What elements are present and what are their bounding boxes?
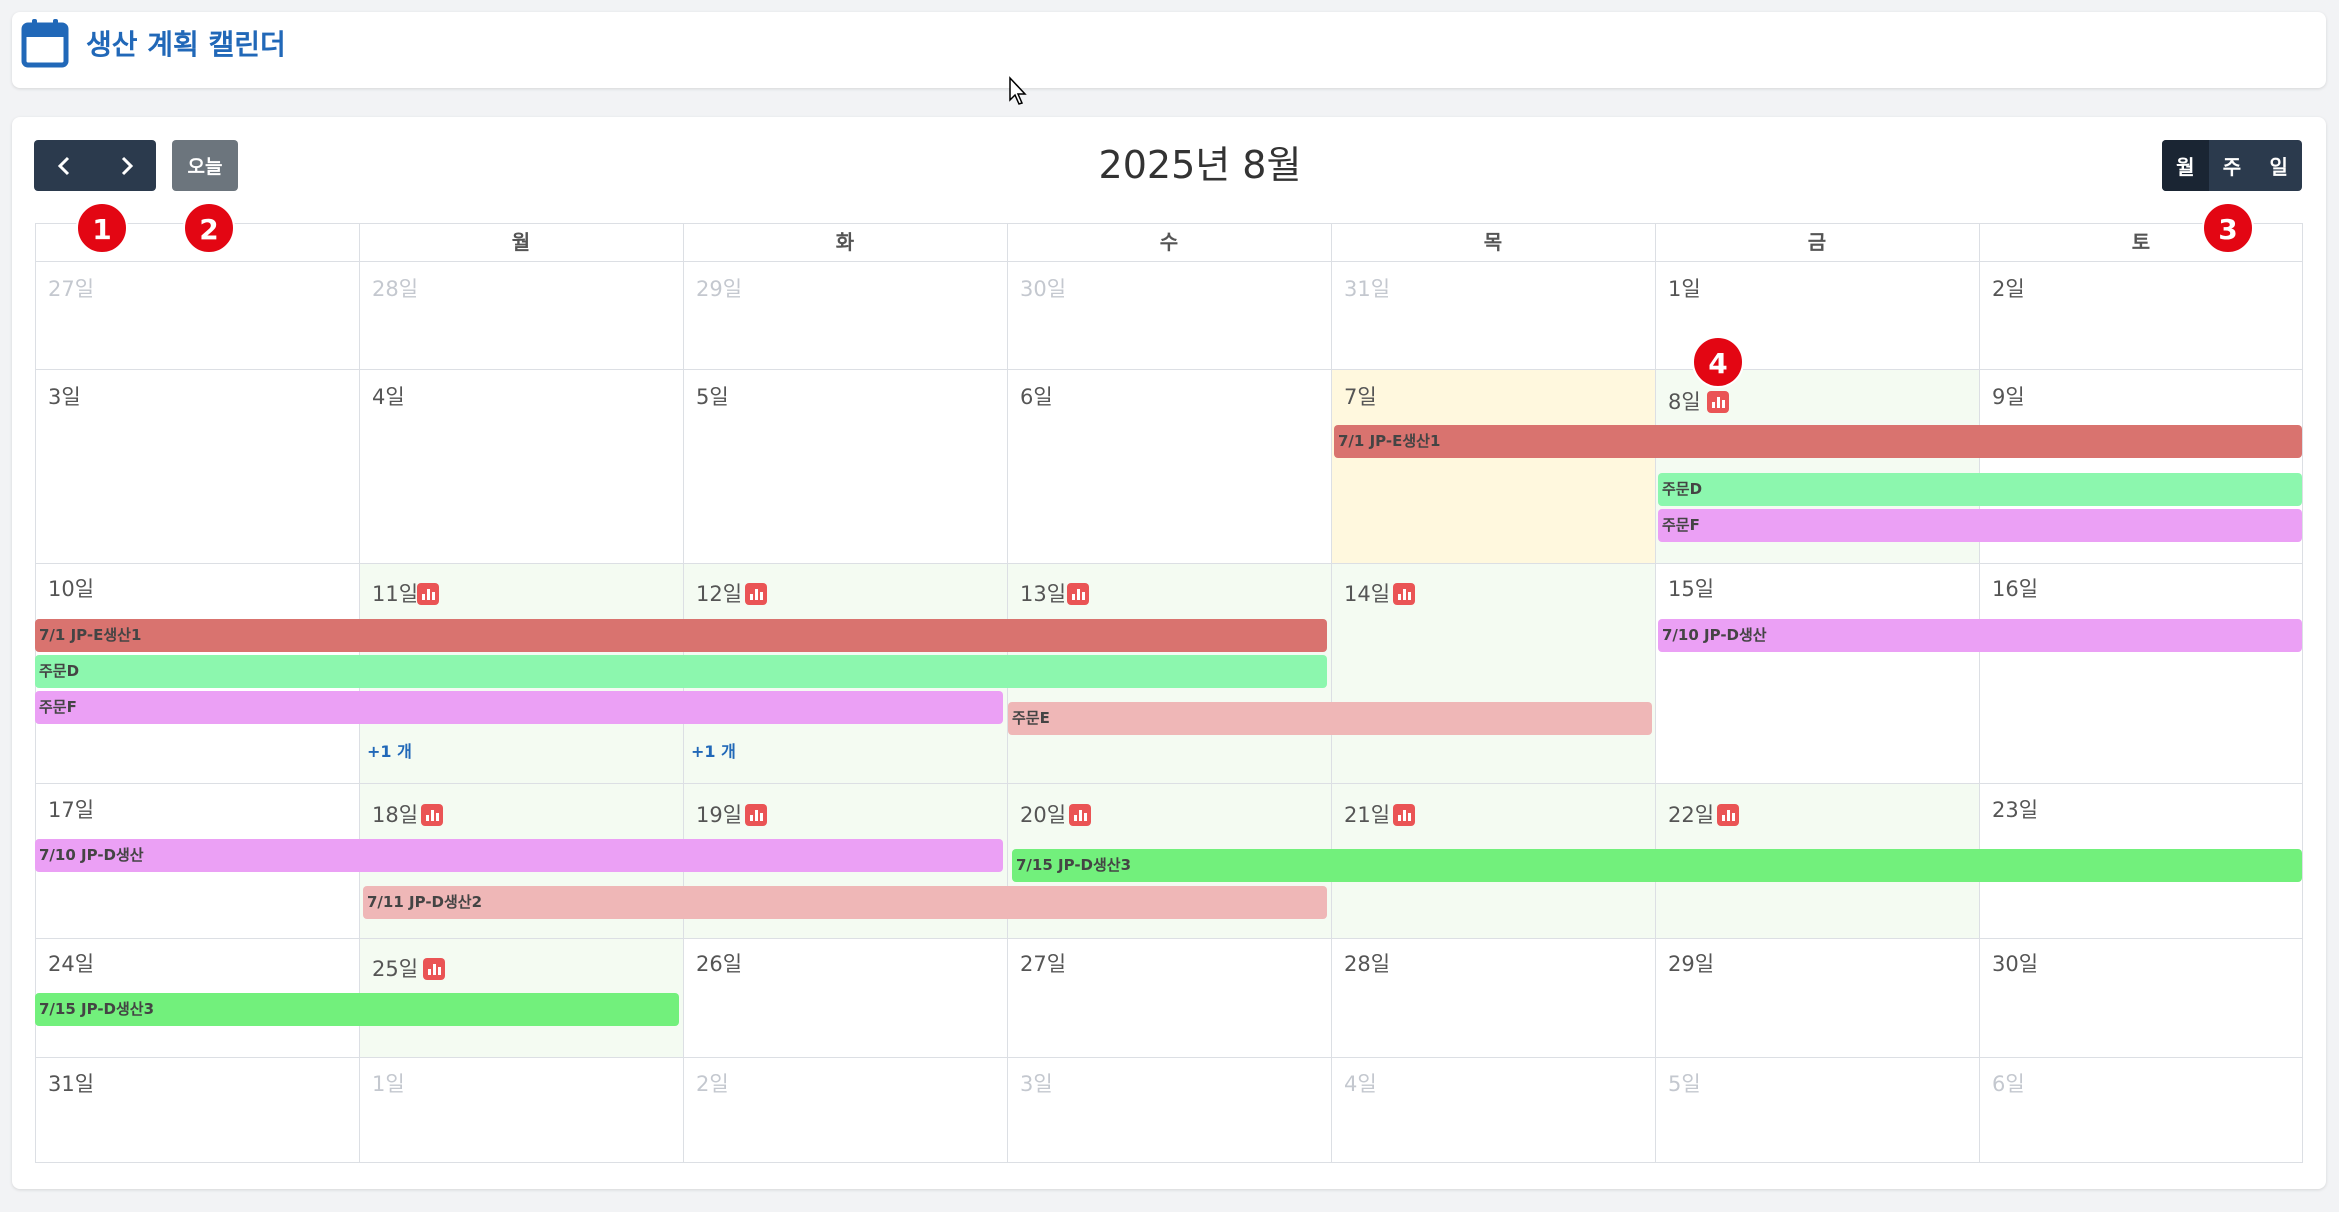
day-number[interactable]: 15일 [1668, 575, 1714, 603]
annotation-marker: 4 [1692, 336, 1744, 388]
day-number[interactable]: 11일 [372, 580, 418, 608]
day-number[interactable]: 30일 [1020, 275, 1066, 303]
today-button[interactable]: 오늘 [172, 140, 238, 191]
day-number[interactable]: 21일 [1344, 801, 1390, 829]
production-chart-icon[interactable] [423, 958, 445, 980]
weekday-header: 수 [1159, 230, 1179, 254]
day-number[interactable]: 2일 [1992, 275, 2025, 303]
day-number[interactable]: 29일 [1668, 950, 1714, 978]
day-number[interactable]: 4일 [1344, 1070, 1377, 1098]
view-day-button[interactable]: 일 [2255, 140, 2302, 191]
day-number[interactable]: 23일 [1992, 796, 2038, 824]
production-chart-icon[interactable] [417, 583, 439, 605]
event-bar[interactable]: 7/1 JP-E생산1 [35, 619, 1327, 652]
next-month-button[interactable] [95, 140, 156, 191]
weekday-header: 토 [2131, 230, 2151, 254]
header-card [12, 12, 2326, 88]
production-chart-icon[interactable] [1717, 804, 1739, 826]
day-number[interactable]: 16일 [1992, 575, 2038, 603]
day-number[interactable]: 26일 [696, 950, 742, 978]
month-title: 2025년 8월 [1098, 143, 1302, 187]
event-bar[interactable]: 주문D [35, 655, 1327, 688]
day-number[interactable]: 27일 [1020, 950, 1066, 978]
day-number[interactable]: 31일 [48, 1070, 94, 1098]
view-month-button[interactable]: 월 [2162, 140, 2209, 191]
day-number[interactable]: 3일 [1020, 1070, 1053, 1098]
day-number[interactable]: 3일 [48, 383, 81, 411]
day-number[interactable]: 6일 [1992, 1070, 2025, 1098]
day-number[interactable]: 20일 [1020, 801, 1066, 829]
day-number[interactable]: 27일 [48, 275, 94, 303]
day-number[interactable]: 2일 [696, 1070, 729, 1098]
annotation-marker: 2 [183, 202, 235, 254]
event-bar[interactable]: 주문F [1658, 509, 2302, 542]
production-chart-icon[interactable] [1393, 804, 1415, 826]
day-number[interactable]: 1일 [1668, 275, 1701, 303]
event-bar[interactable]: 주문F [35, 691, 1003, 724]
more-events-link[interactable]: +1 개 [367, 738, 412, 762]
day-number[interactable]: 30일 [1992, 950, 2038, 978]
weekday-header: 금 [1807, 230, 1827, 254]
day-number[interactable]: 25일 [372, 955, 418, 983]
day-number[interactable]: 29일 [696, 275, 742, 303]
day-number[interactable]: 24일 [48, 950, 94, 978]
day-number[interactable]: 28일 [372, 275, 418, 303]
day-number[interactable]: 5일 [1668, 1070, 1701, 1098]
chevron-right-icon [121, 156, 133, 175]
day-number[interactable]: 13일 [1020, 580, 1066, 608]
day-number[interactable]: 12일 [696, 580, 742, 608]
day-number[interactable]: 28일 [1344, 950, 1390, 978]
production-chart-icon[interactable] [1707, 391, 1729, 413]
production-chart-icon[interactable] [745, 804, 767, 826]
event-bar[interactable]: 7/10 JP-D생산 [1658, 619, 2302, 652]
page-title: 생산 계획 캘린더 [86, 28, 286, 61]
event-bar[interactable]: 7/15 JP-D생산3 [1012, 849, 2302, 882]
production-chart-icon[interactable] [1069, 804, 1091, 826]
day-number[interactable]: 19일 [696, 801, 742, 829]
day-number[interactable]: 17일 [48, 796, 94, 824]
production-chart-icon[interactable] [1067, 583, 1089, 605]
calendar-icon [21, 19, 69, 68]
day-number[interactable]: 22일 [1668, 801, 1714, 829]
event-bar[interactable]: 7/11 JP-D생산2 [363, 886, 1327, 919]
nav-button-group [34, 140, 156, 191]
day-number[interactable]: 5일 [696, 383, 729, 411]
more-events-link[interactable]: +1 개 [691, 738, 736, 762]
day-number[interactable]: 7일 [1344, 383, 1377, 411]
weekday-header: 목 [1483, 230, 1503, 254]
month-calendar-grid: 월 화 수 목 금 토 27일 28일 29일 30일 31일 1일 2일 3일… [35, 223, 2303, 1163]
event-bar[interactable]: 주문E [1008, 702, 1652, 735]
day-number[interactable]: 10일 [48, 575, 94, 603]
annotation-marker: 1 [76, 202, 128, 254]
event-bar[interactable]: 7/15 JP-D생산3 [35, 993, 679, 1026]
event-bar[interactable]: 7/1 JP-E생산1 [1334, 425, 2302, 458]
view-week-button[interactable]: 주 [2209, 140, 2256, 191]
production-chart-icon[interactable] [421, 804, 443, 826]
weekday-header: 화 [835, 230, 855, 254]
event-bar[interactable]: 주문D [1658, 473, 2302, 506]
day-number[interactable]: 9일 [1992, 383, 2025, 411]
production-chart-icon[interactable] [1393, 583, 1415, 605]
day-number[interactable]: 14일 [1344, 580, 1390, 608]
prev-month-button[interactable] [34, 140, 95, 191]
view-switcher: 월 주 일 [2162, 140, 2302, 191]
weekday-header: 월 [511, 230, 531, 254]
cursor-icon [1009, 76, 1027, 105]
chevron-left-icon [57, 156, 69, 175]
day-number[interactable]: 18일 [372, 801, 418, 829]
annotation-marker: 3 [2202, 202, 2254, 254]
day-number[interactable]: 4일 [372, 383, 405, 411]
day-number[interactable]: 1일 [372, 1070, 405, 1098]
day-number[interactable]: 8일 [1668, 388, 1701, 416]
today-cell [1331, 369, 1655, 563]
day-number[interactable]: 31일 [1344, 275, 1390, 303]
event-bar[interactable]: 7/10 JP-D생산 [35, 839, 1003, 872]
day-number[interactable]: 6일 [1020, 383, 1053, 411]
production-chart-icon[interactable] [745, 583, 767, 605]
